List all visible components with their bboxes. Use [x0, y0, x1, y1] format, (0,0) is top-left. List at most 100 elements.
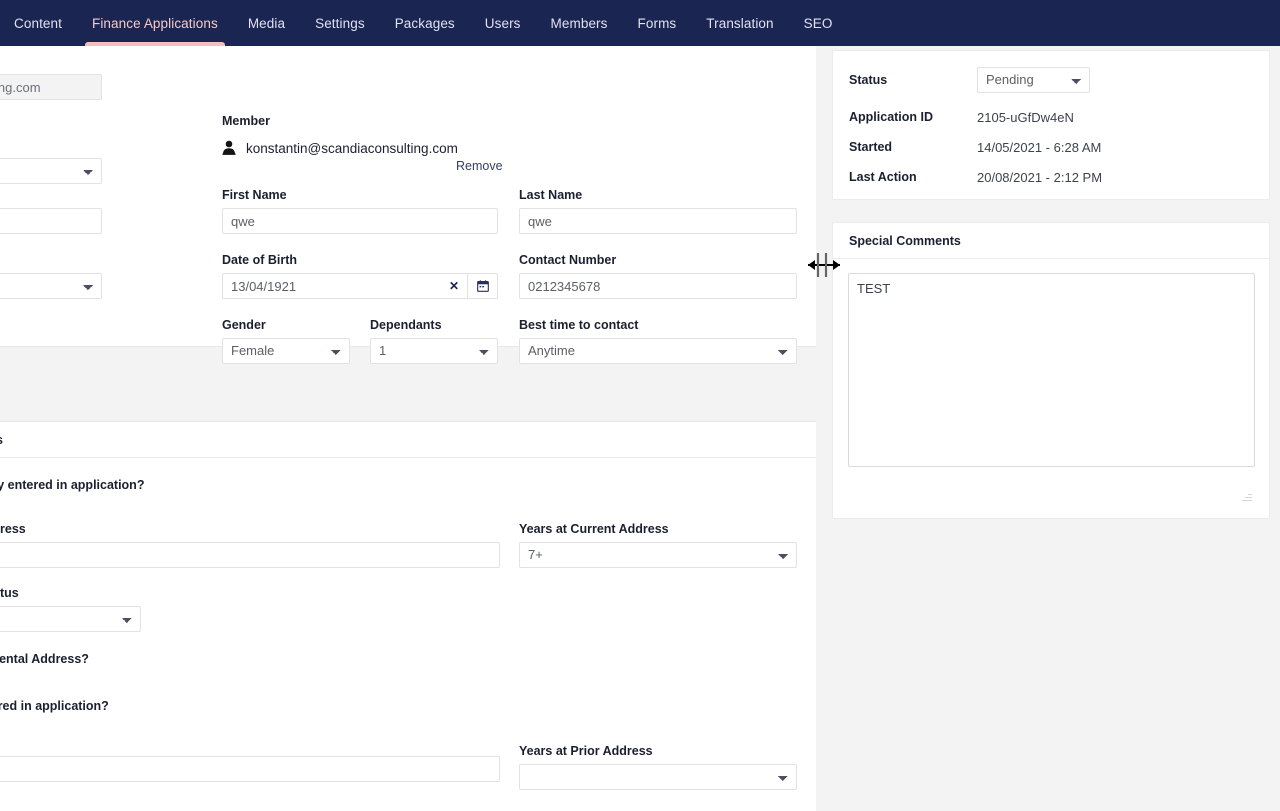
application-id-label: Application ID: [849, 110, 934, 124]
dependants-label: Dependants: [370, 318, 442, 332]
address-details-panel: s l Address manually entered in applicat…: [0, 421, 816, 811]
middle-name-input[interactable]: [0, 208, 102, 234]
current-address-field-group: ress: [0, 522, 500, 568]
nav-item-forms[interactable]: Forms: [623, 0, 692, 46]
special-comments-card: Special Comments TEST: [832, 222, 1270, 519]
nav-item-label: Finance Applications: [91, 15, 218, 31]
years-current-address-select[interactable]: 7+: [519, 542, 797, 568]
gender-select[interactable]: Female: [222, 338, 350, 364]
first-name-input[interactable]: [222, 208, 498, 234]
started-value: 14/05/2021 - 6:28 AM: [977, 139, 1102, 155]
nav-item-label: Translation: [706, 15, 774, 31]
nav-item-settings[interactable]: Settings: [300, 0, 380, 46]
nav-item-translation[interactable]: Translation: [691, 0, 788, 46]
status-label: Status: [849, 73, 888, 87]
calendar-icon[interactable]: [467, 274, 497, 298]
application-form-column: Optional) Optional) atus Member: [0, 46, 816, 811]
nav-item-label: Packages: [394, 15, 455, 31]
top-navigation-bar: Content Finance Applications Media Setti…: [0, 0, 1280, 46]
nav-item-label: Members: [550, 15, 608, 31]
remove-member-link[interactable]: Remove: [456, 159, 503, 173]
last-action-label: Last Action: [849, 170, 917, 184]
address-section-header: s: [0, 422, 816, 458]
prior-address-field-group: [0, 756, 500, 782]
marital-status-field-group: atus: [0, 253, 102, 299]
special-comments-textarea[interactable]: TEST: [848, 273, 1255, 467]
nav-item-members[interactable]: Members: [536, 0, 623, 46]
detail-row-last-action: Last Action 20/08/2021 - 2:12 PM: [849, 162, 1253, 192]
current-address-label: ress: [0, 522, 26, 536]
residential-status-field-group: tus n full: [0, 586, 141, 632]
dependants-select[interactable]: 1: [370, 338, 498, 364]
years-prior-address-field-group: Years at Prior Address: [519, 744, 797, 790]
title-field-group: Optional): [0, 138, 102, 184]
title-label: Optional): [0, 138, 102, 152]
first-name-label: First Name: [222, 188, 287, 202]
gender-field-group: Gender Female: [222, 318, 350, 364]
best-time-select[interactable]: Anytime: [519, 338, 797, 364]
residential-status-select[interactable]: n full: [0, 606, 141, 632]
personal-details-panel: Optional) Optional) atus Member: [0, 46, 816, 364]
years-prior-address-select[interactable]: [519, 764, 797, 790]
current-address-input[interactable]: [0, 542, 500, 568]
dependants-field-group: Dependants 1: [370, 318, 498, 364]
residential-status-label: tus: [0, 586, 19, 600]
application-details-card: Status Pending Application ID 2105-uGfDw…: [832, 50, 1270, 200]
email-input[interactable]: [0, 74, 102, 100]
residential-manual-question: l Address manually entered in applicatio…: [0, 478, 145, 492]
nav-item-content[interactable]: Content: [0, 0, 77, 46]
gender-label: Gender: [222, 318, 266, 332]
contact-number-input[interactable]: [519, 273, 797, 299]
last-name-label: Last Name: [519, 188, 583, 202]
textarea-resize-grip[interactable]: [1242, 492, 1252, 502]
nav-item-label: Forms: [637, 15, 677, 31]
date-of-birth-field-group: Date of Birth ✕: [222, 253, 498, 299]
date-of-birth-label: Date of Birth: [222, 253, 297, 267]
marital-status-label: atus: [0, 253, 102, 267]
special-comments-body: TEST: [833, 259, 1269, 484]
started-label: Started: [849, 140, 893, 154]
application-details-column: Status Pending Application ID 2105-uGfDw…: [816, 46, 1280, 811]
nav-item-label: Content: [14, 15, 62, 31]
nav-item-packages[interactable]: Packages: [380, 0, 470, 46]
middle-name-label: Optional): [0, 188, 102, 202]
clear-icon[interactable]: ✕: [446, 277, 462, 295]
nav-item-label: Settings: [315, 15, 365, 31]
nav-item-seo[interactable]: SEO: [789, 0, 848, 46]
middle-name-field-group: Optional): [0, 188, 102, 234]
nav-item-label: SEO: [803, 15, 833, 31]
detail-row-application-id: Application ID 2105-uGfDw4eN: [849, 102, 1253, 132]
nav-item-finance-applications[interactable]: Finance Applications: [77, 0, 233, 46]
detail-row-started: Started 14/05/2021 - 6:28 AM: [849, 132, 1253, 162]
member-row: konstantin@scandiaconsulting.com: [222, 140, 458, 156]
nav-item-media[interactable]: Media: [233, 0, 300, 46]
nav-item-label: Media: [247, 15, 286, 31]
nav-item-users[interactable]: Users: [470, 0, 536, 46]
marital-status-select[interactable]: [0, 273, 102, 299]
member-email: konstantin@scandiaconsulting.com: [246, 140, 458, 156]
col-resize-cursor: [806, 249, 842, 281]
postal-manual-question: ess manually entered in application?: [0, 699, 109, 713]
first-name-field-group: First Name: [222, 188, 498, 234]
nav-item-label: Users: [484, 15, 521, 31]
address-section-title: s: [0, 433, 3, 447]
postal-same-question: the same as Residental Address?: [0, 652, 89, 666]
detail-row-status: Status Pending: [849, 65, 1253, 95]
status-select[interactable]: Pending: [977, 67, 1090, 93]
contact-number-field-group: Contact Number: [519, 253, 797, 299]
best-time-field-group: Best time to contact Anytime: [519, 318, 797, 364]
last-name-input[interactable]: [519, 208, 797, 234]
contact-number-label: Contact Number: [519, 253, 617, 267]
member-label: Member: [222, 114, 270, 128]
last-action-value: 20/08/2021 - 2:12 PM: [977, 169, 1103, 185]
years-current-address-field-group: Years at Current Address 7+: [519, 522, 797, 568]
years-prior-address-label: Years at Prior Address: [519, 744, 653, 758]
prior-address-input[interactable]: [0, 756, 500, 782]
page-body: Optional) Optional) atus Member: [0, 46, 1280, 811]
last-name-field-group: Last Name: [519, 188, 797, 234]
email-field-group: [0, 74, 102, 100]
person-icon: [222, 140, 236, 156]
years-current-address-label: Years at Current Address: [519, 522, 669, 536]
best-time-label: Best time to contact: [519, 318, 639, 332]
title-select[interactable]: [0, 158, 102, 184]
